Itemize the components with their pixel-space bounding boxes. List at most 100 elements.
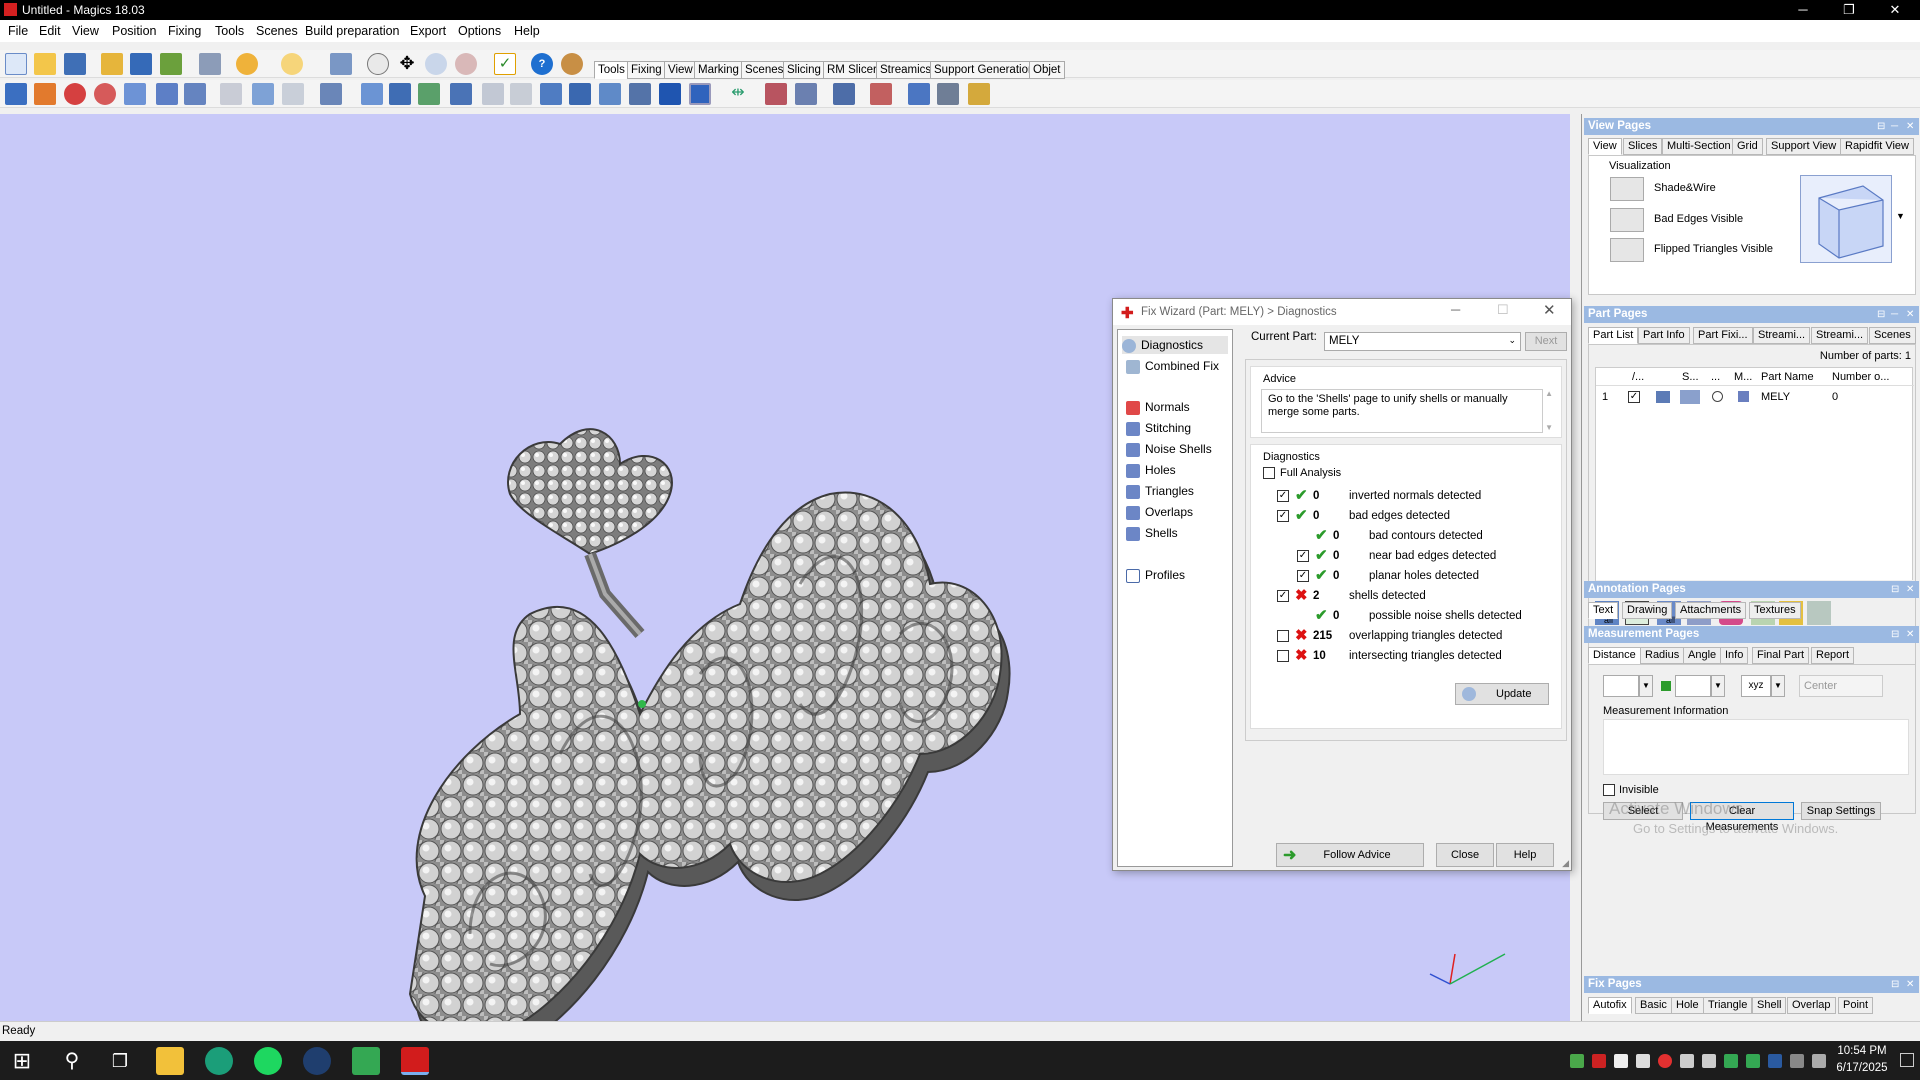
column-header[interactable]: M... — [1734, 371, 1752, 383]
move-tool-icon[interactable] — [34, 83, 56, 105]
tray-app-icon[interactable] — [1724, 1054, 1738, 1068]
tab-radius[interactable]: Radius — [1640, 647, 1685, 664]
tab-angle[interactable]: Angle — [1683, 647, 1722, 664]
edge-browser-icon[interactable] — [205, 1047, 233, 1075]
menu-scenes[interactable]: Scenes — [256, 24, 298, 38]
tab-marking[interactable]: Marking — [694, 61, 743, 79]
dialog-close-icon[interactable]: ✕ — [1543, 301, 1556, 319]
tab-drawing[interactable]: Drawing — [1622, 602, 1673, 619]
advice-scroll-up-icon[interactable]: ▲ — [1545, 389, 1553, 398]
steam-icon[interactable] — [303, 1047, 331, 1075]
second-point-select[interactable] — [1675, 675, 1711, 697]
save-icon[interactable] — [64, 53, 86, 75]
tab-view-pages-view[interactable]: View — [1588, 138, 1622, 155]
tray-app-icon[interactable] — [1592, 1054, 1606, 1068]
mirror-tool-icon[interactable] — [156, 83, 178, 105]
panel-close-icon[interactable]: ✕ — [1906, 118, 1914, 135]
column-header[interactable]: /... — [1632, 371, 1644, 383]
export-parts-icon[interactable] — [1807, 601, 1831, 625]
nav-overlaps[interactable]: Overlaps — [1126, 503, 1193, 521]
tray-app-icon[interactable] — [1614, 1054, 1628, 1068]
panel-close-icon[interactable]: ✕ — [1906, 976, 1914, 993]
resize-grip-icon[interactable]: ◢ — [1562, 858, 1569, 869]
tab-scenes[interactable]: Scenes — [741, 61, 788, 79]
tab-part-info[interactable]: Part Info — [1638, 327, 1690, 344]
advice-scroll-down-icon[interactable]: ▼ — [1545, 423, 1553, 432]
tab-streamics[interactable]: Streamics — [876, 61, 936, 79]
table-row[interactable]: 1 ✓ MELY 0 — [1596, 388, 1914, 406]
panel-minimize-icon[interactable]: ─ — [1891, 306, 1898, 323]
nav-holes[interactable]: Holes — [1126, 461, 1176, 479]
tab-objet[interactable]: Objet — [1029, 61, 1065, 79]
flipped-triangles-icon[interactable] — [1610, 238, 1644, 262]
cylinder-tool-icon[interactable] — [569, 83, 591, 105]
perforate-tool-icon[interactable] — [689, 83, 711, 105]
import-part-icon[interactable] — [101, 53, 123, 75]
minimize-button[interactable]: ─ — [1780, 0, 1826, 20]
select-icon[interactable] — [330, 53, 352, 75]
magics-taskbar-icon[interactable] — [401, 1047, 429, 1075]
close-window-button[interactable]: ✕ — [1872, 0, 1918, 20]
redo-icon[interactable] — [281, 53, 303, 75]
shade-wire-icon[interactable] — [1610, 177, 1644, 201]
unload-part-icon[interactable] — [160, 53, 182, 75]
network-icon[interactable] — [1702, 1054, 1716, 1068]
clock-time[interactable]: 10:54 PM — [1832, 1045, 1892, 1057]
menu-export[interactable]: Export — [410, 24, 446, 38]
volume-icon[interactable] — [1680, 1054, 1694, 1068]
maximize-button[interactable]: ❐ — [1826, 0, 1872, 20]
hollow-tool-icon[interactable] — [320, 83, 342, 105]
tab-hole[interactable]: Hole — [1671, 997, 1704, 1014]
tab-streamics-2[interactable]: Streami... — [1811, 327, 1869, 344]
diagnostic-checkbox[interactable] — [1277, 630, 1289, 642]
section-tool-icon[interactable] — [450, 83, 472, 105]
tab-rapidfit-view[interactable]: Rapidfit View — [1840, 138, 1914, 155]
dialog-maximize-icon[interactable]: ☐ — [1497, 302, 1509, 318]
tab-support-generation[interactable]: Support Generation — [930, 61, 1039, 79]
tab-streamics-1[interactable]: Streami... — [1753, 327, 1811, 344]
nav-triangles[interactable]: Triangles — [1126, 482, 1194, 500]
duplicate-tool-icon[interactable] — [184, 83, 206, 105]
cube-tool-icon[interactable] — [540, 83, 562, 105]
shade-mode-icon[interactable] — [1680, 390, 1700, 404]
tab-scenes[interactable]: Scenes — [1869, 327, 1916, 344]
rotate-axis-icon[interactable] — [94, 83, 116, 105]
chevron-down-icon[interactable]: ▼ — [1711, 675, 1725, 697]
menu-tools[interactable]: Tools — [215, 24, 244, 38]
help-icon[interactable]: ? — [531, 53, 553, 75]
column-header[interactable]: ... — [1711, 371, 1720, 383]
tab-point[interactable]: Point — [1838, 997, 1874, 1014]
pan-icon[interactable]: ✥ — [396, 53, 418, 75]
panel-close-icon[interactable]: ✕ — [1906, 626, 1914, 643]
tab-rm-slicer[interactable]: RM Slicer — [823, 61, 881, 79]
dialog-minimize-icon[interactable]: ─ — [1451, 302, 1460, 317]
search-icon[interactable]: ⚲ — [58, 1047, 86, 1075]
cone-tool-icon[interactable] — [599, 83, 621, 105]
offset-tool-icon[interactable] — [361, 83, 383, 105]
tab-support-view[interactable]: Support View — [1766, 138, 1842, 155]
point-mode-select[interactable] — [1603, 675, 1639, 697]
chevron-down-icon[interactable]: ▼ — [1771, 675, 1785, 697]
fix-wizard-icon[interactable] — [870, 83, 892, 105]
panel-minimize-icon[interactable]: ─ — [1891, 118, 1898, 135]
view-cube-icon[interactable] — [1800, 175, 1892, 263]
undo-icon[interactable] — [236, 53, 258, 75]
panel-close-icon[interactable]: ✕ — [1906, 306, 1914, 323]
diagnostic-checkbox[interactable]: ✓ — [1297, 550, 1309, 562]
diagnostic-checkbox[interactable]: ✓ — [1277, 490, 1289, 502]
follow-advice-button[interactable]: ➜ Follow Advice — [1276, 843, 1424, 867]
zoom-fit-icon[interactable] — [455, 53, 477, 75]
tab-part-list[interactable]: Part List — [1588, 327, 1639, 344]
copy-tool-icon[interactable] — [252, 83, 274, 105]
invisible-checkbox[interactable] — [1603, 784, 1615, 796]
battery-icon[interactable] — [1790, 1054, 1804, 1068]
menu-fixing[interactable]: Fixing — [168, 24, 201, 38]
smoothing-tool-icon[interactable] — [659, 83, 681, 105]
boolean-tool-icon[interactable] — [418, 83, 440, 105]
notification-icon[interactable] — [1900, 1053, 1914, 1067]
menu-position[interactable]: Position — [112, 24, 156, 38]
bad-edges-icon[interactable] — [1610, 208, 1644, 232]
tab-part-fixing[interactable]: Part Fixi... — [1693, 327, 1753, 344]
slice-tool-icon[interactable] — [937, 83, 959, 105]
spotify-icon[interactable] — [254, 1047, 282, 1075]
